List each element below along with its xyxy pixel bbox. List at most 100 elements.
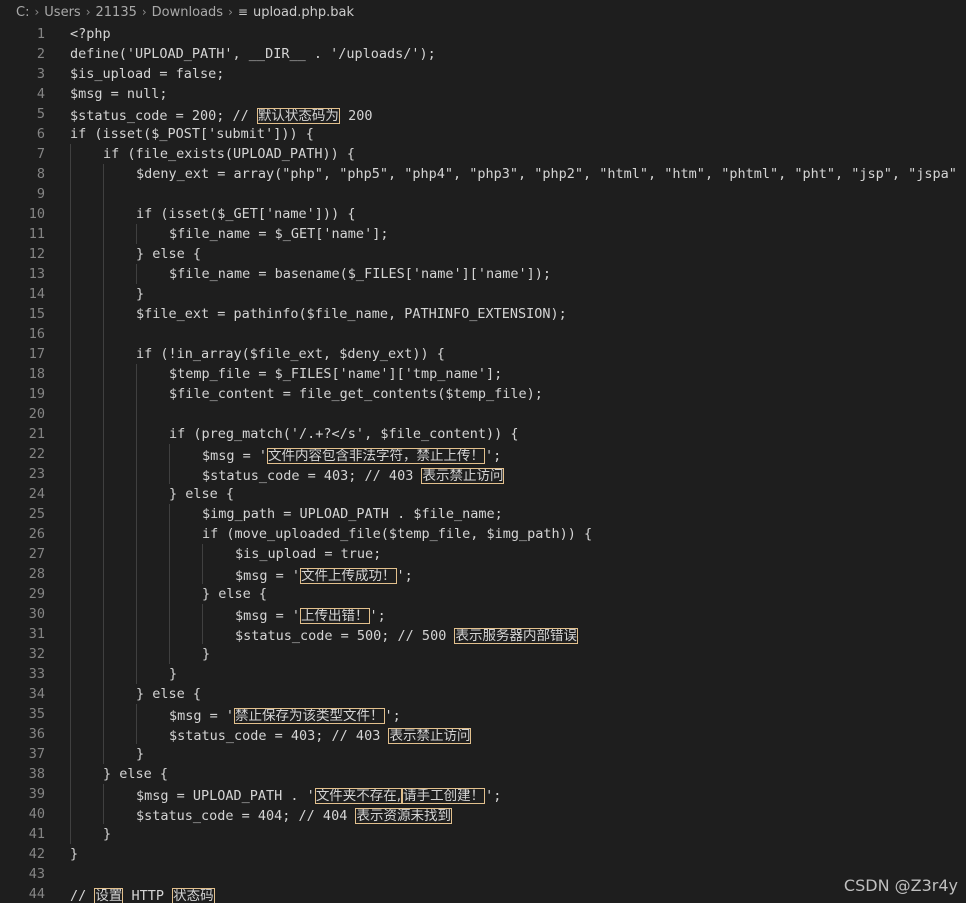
unicode-highlight: 表示服务器内部错误 <box>454 628 578 644</box>
code-line[interactable]: 33} <box>0 664 966 684</box>
breadcrumb-users[interactable]: Users <box>44 5 80 20</box>
indent-guide <box>136 544 137 564</box>
breadcrumb-user-folder[interactable]: 21135 <box>96 5 137 20</box>
indent-guide <box>103 744 104 764</box>
code-line[interactable]: 36 $status_code = 403; // 403 表示禁止访问 <box>0 724 966 744</box>
code-line[interactable]: 30 $msg = '上传出错！'; <box>0 604 966 624</box>
code-line[interactable]: 1 <?php <box>0 24 966 44</box>
indent-guide <box>70 524 71 544</box>
line-number: 17 <box>28 346 45 362</box>
breadcrumb-drive[interactable]: C: <box>16 5 29 20</box>
code-text: } else { <box>169 486 235 502</box>
code-line[interactable]: 40 $status_code = 404; // 404 表示资源未找到 <box>0 804 966 824</box>
code-line[interactable]: 3 $is_upload = false; <box>0 64 966 84</box>
code-editor[interactable]: 1 <?php 2 define('UPLOAD_PATH', __DIR__ . '… <box>0 24 966 903</box>
code-line[interactable]: 31 $status_code = 500; // 500 表示服务器内部错误 <box>0 624 966 644</box>
indent-guide <box>70 384 71 404</box>
indent-guide <box>136 604 137 624</box>
code-text: if (file_exists(UPLOAD_PATH)) { <box>103 146 355 162</box>
indent-guide <box>136 384 137 404</box>
unicode-highlight: 文件夹不存在, <box>314 788 403 804</box>
indent-guide <box>103 344 104 364</box>
line-number: 19 <box>28 386 45 402</box>
code-line[interactable]: 2 define('UPLOAD_PATH', __DIR__ . '/uploa… <box>0 44 966 64</box>
code-text: } else { <box>103 766 169 782</box>
code-line[interactable]: 37} <box>0 744 966 764</box>
indent-guide <box>202 604 203 624</box>
code-text: // 设置 HTTP 状态码 <box>70 888 215 903</box>
indent-guide <box>70 464 71 484</box>
code-line[interactable]: 4 $msg = null; <box>0 84 966 104</box>
code-line[interactable]: 15 $file_ext = pathinfo($file_name, PATHI… <box>0 304 966 324</box>
indent-guide <box>136 564 137 584</box>
code-text: $msg = '禁止保存为该类型文件！'; <box>169 708 401 724</box>
unicode-highlight: 设置 <box>94 888 124 903</box>
indent-guide <box>70 164 71 184</box>
code-line[interactable]: 18 $temp_file = $_FILES['name']['tmp_name… <box>0 364 966 384</box>
code-text: if (!in_array($file_ext, $deny_ext)) { <box>136 346 445 362</box>
indent-guide <box>103 324 104 344</box>
code-line[interactable]: 12} else { <box>0 244 966 264</box>
unicode-highlight: 表示禁止访问 <box>388 728 472 744</box>
code-text: $file_ext = pathinfo($file_name, PATHINF… <box>136 306 567 322</box>
code-line[interactable]: 11 $file_name = $_GET['name']; <box>0 224 966 244</box>
indent-guide <box>70 224 71 244</box>
code-line[interactable]: 44 // 设置 HTTP 状态码 <box>0 884 966 903</box>
line-number: 11 <box>28 226 45 242</box>
line-number: 23 <box>28 466 45 482</box>
code-line[interactable]: 14} <box>0 284 966 304</box>
code-line[interactable]: 41} <box>0 824 966 844</box>
code-line[interactable]: 34} else { <box>0 684 966 704</box>
indent-guide <box>70 564 71 584</box>
indent-guide <box>136 404 137 424</box>
code-line[interactable]: 16 <box>0 324 966 344</box>
code-line[interactable]: 21 if (preg_match('/.+?</s', $file_conten… <box>0 424 966 444</box>
code-line[interactable]: 32} <box>0 644 966 664</box>
code-line[interactable]: 43 <box>0 864 966 884</box>
indent-guide <box>103 624 104 644</box>
code-line[interactable]: 19 $file_content = file_get_contents($tem… <box>0 384 966 404</box>
code-line[interactable]: 27 $is_upload = true; <box>0 544 966 564</box>
indent-guide <box>103 544 104 564</box>
indent-guide <box>169 604 170 624</box>
code-line[interactable]: 23 $status_code = 403; // 403 表示禁止访问 <box>0 464 966 484</box>
code-line[interactable]: 25 $img_path = UPLOAD_PATH . $file_name; <box>0 504 966 524</box>
indent-guide <box>70 244 71 264</box>
code-text: $is_upload = true; <box>235 546 382 562</box>
code-text: } else { <box>136 686 202 702</box>
code-line[interactable]: 7 if (file_exists(UPLOAD_PATH)) { <box>0 144 966 164</box>
indent-guide <box>103 404 104 424</box>
line-number: 22 <box>28 446 45 462</box>
code-text: $status_code = 403; // 403 表示禁止访问 <box>202 468 505 484</box>
breadcrumb-file[interactable]: upload.php.bak <box>253 5 354 20</box>
code-line[interactable]: 10 if (isset($_GET['name'])) { <box>0 204 966 224</box>
code-text: } <box>202 646 211 662</box>
code-line[interactable]: 5 $status_code = 200; // 默认状态码为 200 <box>0 104 966 124</box>
line-number: 20 <box>28 406 45 422</box>
line-number: 1 <box>36 26 45 42</box>
code-text: $img_path = UPLOAD_PATH . $file_name; <box>202 506 503 522</box>
code-line[interactable]: 42} <box>0 844 966 864</box>
code-line[interactable]: 39 $msg = UPLOAD_PATH . '文件夹不存在, 请手工创建！'; <box>0 784 966 804</box>
code-line[interactable]: 13 $file_name = basename($_FILES['name'][… <box>0 264 966 284</box>
code-line[interactable]: 9 <box>0 184 966 204</box>
breadcrumb-downloads[interactable]: Downloads <box>152 5 223 20</box>
indent-guide <box>169 624 170 644</box>
indent-guide <box>103 264 104 284</box>
unicode-highlight: 表示禁止访问 <box>421 468 505 484</box>
code-line[interactable]: 38} else { <box>0 764 966 784</box>
code-line[interactable]: 22 $msg = '文件内容包含非法字符，禁止上传！'; <box>0 444 966 464</box>
code-line[interactable]: 6 if (isset($_POST['submit'])) { <box>0 124 966 144</box>
code-line[interactable]: 24} else { <box>0 484 966 504</box>
code-line[interactable]: 8 $deny_ext = array("php", "php5", "php4"… <box>0 164 966 184</box>
code-text: $deny_ext = array("php", "php5", "php4",… <box>136 166 957 182</box>
code-line[interactable]: 29} else { <box>0 584 966 604</box>
code-line[interactable]: 20 <box>0 404 966 424</box>
line-number: 13 <box>28 266 45 282</box>
code-line[interactable]: 17 if (!in_array($file_ext, $deny_ext)) { <box>0 344 966 364</box>
code-line[interactable]: 26 if (move_uploaded_file($temp_file, $im… <box>0 524 966 544</box>
code-line[interactable]: 28 $msg = '文件上传成功！'; <box>0 564 966 584</box>
code-line[interactable]: 35 $msg = '禁止保存为该类型文件！'; <box>0 704 966 724</box>
chevron-right-icon: › <box>228 5 233 19</box>
indent-guide <box>103 604 104 624</box>
